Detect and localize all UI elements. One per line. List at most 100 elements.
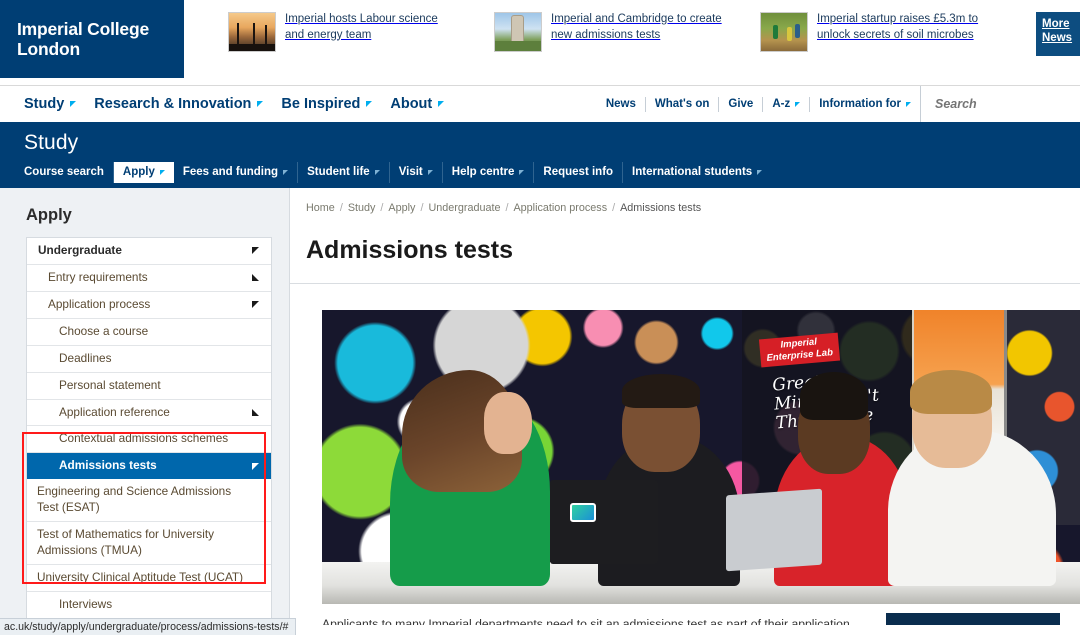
search-area (920, 86, 1080, 122)
search-input[interactable] (935, 97, 1065, 111)
nav-item-research-innovation[interactable]: Research & Innovation (94, 96, 264, 112)
breadcrumb-separator: / (612, 202, 616, 214)
logo-line-2: London (17, 39, 80, 59)
sidebar-item-deadlines[interactable]: Deadlines (27, 346, 271, 373)
sidebar-item-label: University Clinical Aptitude Test (UCAT) (37, 570, 244, 585)
breadcrumb-separator: / (380, 202, 384, 214)
chevron-down-icon (519, 169, 525, 175)
section-nav-help-centre[interactable]: Help centre (443, 161, 535, 183)
sidebar-item-label: Admissions tests (59, 458, 157, 473)
breadcrumb-undergraduate[interactable]: Undergraduate (428, 202, 500, 214)
util-label: What's on (654, 97, 710, 110)
sidebar-item-tmua[interactable]: Test of Mathematics for University Admis… (27, 522, 271, 566)
news-thumbnail-image (494, 12, 542, 52)
sidebar-item-entry-requirements[interactable]: Entry requirements (27, 265, 271, 292)
nav-label: Study (24, 96, 65, 112)
section-nav-request-info[interactable]: Request info (534, 161, 624, 183)
breadcrumb: Home / Study / Apply / Undergraduate / Applicati… (306, 202, 1080, 214)
laptop-silver (726, 488, 822, 572)
nav-item-about[interactable]: About (390, 96, 445, 112)
news-thumbnail-image (760, 12, 808, 52)
sidebar-item-personal-statement[interactable]: Personal statement (27, 373, 271, 400)
section-nav-student-life[interactable]: Student life (298, 161, 390, 183)
laptop-sticker (570, 503, 596, 522)
section-nav-label: Apply (122, 166, 155, 178)
util-nav-whats-on[interactable]: What's on (646, 96, 720, 112)
news-item[interactable]: Imperial and Cambridge to create new adm… (494, 12, 724, 52)
news-items: Imperial hosts Labour science and energy… (184, 0, 1036, 52)
chevron-down-icon (374, 169, 380, 175)
page-title: Admissions tests (306, 236, 514, 264)
chevron-down-icon (283, 169, 289, 175)
chevron-down-icon (70, 101, 77, 107)
section-nav-label: Request info (543, 166, 614, 178)
breadcrumb-study[interactable]: Study (348, 202, 376, 214)
laptop-dark (550, 480, 658, 564)
chevron-down-icon (366, 101, 373, 107)
section-nav-list: Course search Apply Fees and funding Stu… (24, 161, 1080, 183)
chevron-down-icon (906, 101, 911, 107)
section-nav-label: Visit (398, 166, 423, 178)
section-nav-label: Help centre (451, 166, 515, 178)
news-item-title: Imperial and Cambridge to create new adm… (551, 13, 722, 41)
hero-wrapper: Imperial Enterprise Lab Great Minds Don'… (306, 310, 1080, 604)
hero-image: Imperial Enterprise Lab Great Minds Don'… (322, 310, 1080, 604)
util-nav-news[interactable]: News (597, 96, 646, 112)
nav-label: Be Inspired (281, 96, 361, 112)
more-news-button[interactable]: More News (1036, 12, 1080, 56)
collapsed-marker-icon (252, 274, 259, 282)
sidebar-item-application-reference[interactable]: Application reference (27, 400, 271, 427)
main-content: Home / Study / Apply / Undergraduate / Applicati… (290, 188, 1080, 625)
nav-label: Research & Innovation (94, 96, 252, 112)
sidebar-item-label: Test of Mathematics for University Admis… (37, 527, 215, 558)
sidebar-item-contextual-admissions-schemes[interactable]: Contextual admissions schemes (27, 426, 271, 454)
sidebar-item-label: Engineering and Science Admissions Test … (37, 484, 232, 515)
chevron-down-icon (257, 101, 264, 107)
breadcrumb-home[interactable]: Home (306, 202, 335, 214)
sidebar-item-label: Application process (48, 296, 151, 311)
util-nav-information-for[interactable]: Information for (810, 97, 920, 112)
sidebar-item-admissions-tests[interactable]: Admissions tests (27, 453, 271, 480)
cta-button[interactable] (886, 613, 1060, 625)
util-label: A-z (772, 97, 791, 110)
sidebar: Apply Undergraduate Entry requirements A… (0, 188, 290, 625)
breadcrumb-current: Admissions tests (620, 202, 702, 214)
expanded-marker-icon (252, 247, 259, 255)
util-label: Give (728, 97, 754, 110)
breadcrumb-separator: / (339, 202, 343, 214)
nav-item-be-inspired[interactable]: Be Inspired (281, 96, 373, 112)
sidebar-item-label: Interviews (59, 597, 113, 612)
breadcrumb-application-process[interactable]: Application process (513, 202, 607, 214)
student-green-face (484, 392, 532, 454)
section-nav-apply[interactable]: Apply (113, 161, 174, 183)
section-nav-label: Student life (307, 166, 370, 178)
sidebar-item-ucat[interactable]: University Clinical Aptitude Test (UCAT) (27, 565, 271, 592)
section-nav-visit[interactable]: Visit (390, 161, 443, 183)
util-label: News (605, 97, 636, 110)
collapsed-marker-icon (252, 408, 259, 416)
expanded-marker-icon (252, 301, 259, 309)
section-nav-fees-and-funding[interactable]: Fees and funding (174, 161, 299, 183)
sidebar-item-esat[interactable]: Engineering and Science Admissions Test … (27, 479, 271, 523)
breadcrumb-apply[interactable]: Apply (388, 202, 415, 214)
sidebar-item-application-process[interactable]: Application process (27, 292, 271, 319)
imperial-logo[interactable]: Imperial College London (0, 0, 184, 78)
util-nav-give[interactable]: Give (719, 96, 764, 112)
sidebar-item-choose-a-course[interactable]: Choose a course (27, 319, 271, 346)
news-ticker-bar: Imperial College London Imperial hosts L… (0, 0, 1080, 86)
news-item[interactable]: Imperial hosts Labour science and energy… (228, 12, 458, 52)
page-body: Apply Undergraduate Entry requirements A… (0, 188, 1080, 625)
section-nav-international-students[interactable]: International students (623, 162, 771, 183)
section-nav-course-search[interactable]: Course search (24, 161, 114, 183)
sidebar-item-label: Application reference (59, 404, 170, 419)
news-item-title: Imperial hosts Labour science and energy… (285, 13, 438, 41)
sidebar-item-interviews[interactable]: Interviews (27, 592, 271, 618)
nav-label: About (390, 96, 433, 112)
sidebar-item-undergraduate[interactable]: Undergraduate (27, 238, 271, 265)
util-nav-a-z[interactable]: A-z (763, 96, 811, 112)
chevron-down-icon (159, 169, 165, 175)
nav-item-study[interactable]: Study (24, 96, 77, 112)
sidebar-item-label: Personal statement (59, 377, 161, 392)
chevron-down-icon (757, 169, 763, 175)
news-item[interactable]: Imperial startup raises £5.3m to unlock … (760, 12, 990, 52)
